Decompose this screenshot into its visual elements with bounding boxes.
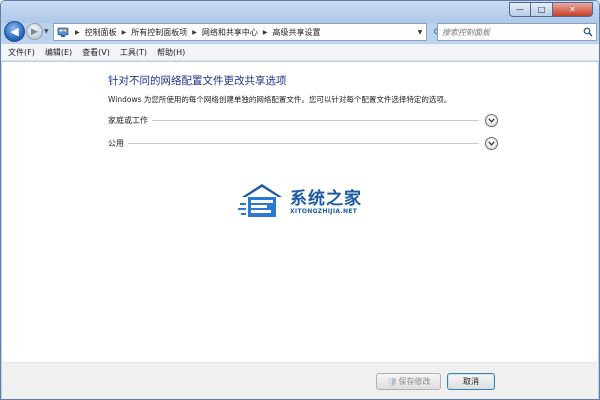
breadcrumb-network-sharing-center[interactable]: 网络和共享中心 [202, 27, 258, 38]
back-arrow-icon: ◀ [10, 25, 19, 38]
address-dropdown-icon[interactable]: ▼ [414, 29, 426, 36]
forward-arrow-icon: ▶ [31, 26, 38, 37]
menu-view[interactable]: 查看(V) [82, 47, 110, 58]
address-bar[interactable]: ▶ 控制面板 ▶ 所有控制面板项 ▶ 网络和共享中心 ▶ 高级共享设置 ▼ [53, 23, 427, 41]
window-controls: — □ ✕ [509, 2, 593, 17]
section-home-or-work[interactable]: 家庭或工作 [108, 113, 498, 127]
breadcrumb-separator-icon[interactable]: ▶ [263, 29, 268, 36]
section-public[interactable]: 公用 [108, 136, 498, 150]
title-bar: — □ ✕ [1, 1, 599, 23]
watermark-logo: 系统之家 XITONGZHIJIA.NET [238, 179, 378, 227]
breadcrumb-advanced-sharing[interactable]: 高级共享设置 [273, 27, 321, 38]
breadcrumb-all-items[interactable]: 所有控制面板项 [131, 27, 187, 38]
save-changes-button[interactable]: 保存修改 [376, 373, 441, 390]
maximize-button[interactable]: □ [531, 2, 553, 17]
recent-pages-dropdown-icon[interactable]: ▼ [44, 28, 49, 35]
menu-tools[interactable]: 工具(T) [120, 47, 147, 58]
breadcrumb-separator-icon[interactable]: ▶ [122, 29, 127, 36]
shield-icon [387, 377, 396, 386]
breadcrumb-control-panel[interactable]: 控制面板 [85, 27, 117, 38]
explorer-window: — □ ✕ ◀ ▶ ▼ ▶ 控制面板 ▶ 所有控制面板项 ▶ 网络和共享中心 ▶… [0, 0, 600, 400]
menu-help[interactable]: 帮助(H) [157, 47, 185, 58]
breadcrumb-separator-icon[interactable]: ▶ [75, 29, 80, 36]
menu-bar: 文件(F) 编辑(E) 查看(V) 工具(T) 帮助(H) [1, 44, 599, 61]
menu-edit[interactable]: 编辑(E) [45, 47, 72, 58]
control-panel-icon [56, 25, 70, 39]
navigation-bar: ◀ ▶ ▼ ▶ 控制面板 ▶ 所有控制面板项 ▶ 网络和共享中心 ▶ 高级共享设… [1, 21, 599, 43]
breadcrumb-separator-icon[interactable]: ▶ [192, 29, 197, 36]
section-label: 家庭或工作 [108, 115, 148, 125]
search-box [437, 23, 597, 41]
chevron-down-icon [488, 117, 495, 123]
watermark-subtext: XITONGZHIJIA.NET [290, 208, 358, 215]
content-pane: 针对不同的网络配置文件更改共享选项 Windows 为您所使用的每个网络创建单独… [2, 62, 598, 362]
page-description: Windows 为您所使用的每个网络创建单独的网络配置文件。您可以针对每个配置文… [108, 95, 452, 104]
section-divider [152, 119, 479, 121]
section-divider [128, 142, 479, 144]
watermark-text: 系统之家 [290, 189, 362, 209]
menu-file[interactable]: 文件(F) [8, 47, 35, 58]
close-button[interactable]: ✕ [553, 2, 593, 17]
page-title: 针对不同的网络配置文件更改共享选项 [108, 75, 287, 87]
back-button[interactable]: ◀ [4, 21, 25, 42]
chevron-down-icon [488, 140, 495, 146]
search-icon[interactable] [580, 27, 596, 37]
search-input[interactable] [438, 27, 580, 37]
minimize-button[interactable]: — [509, 2, 531, 17]
house-logo-icon [238, 184, 282, 217]
save-changes-label: 保存修改 [398, 377, 431, 386]
breadcrumb: ▶ 控制面板 ▶ 所有控制面板项 ▶ 网络和共享中心 ▶ 高级共享设置 [70, 24, 414, 40]
expand-public-button[interactable] [485, 136, 498, 150]
expand-home-or-work-button[interactable] [485, 113, 498, 127]
cancel-button[interactable]: 取消 [447, 373, 495, 390]
section-label: 公用 [108, 138, 124, 148]
forward-button[interactable]: ▶ [26, 23, 43, 40]
footer-bar: 保存修改 取消 [2, 362, 598, 399]
